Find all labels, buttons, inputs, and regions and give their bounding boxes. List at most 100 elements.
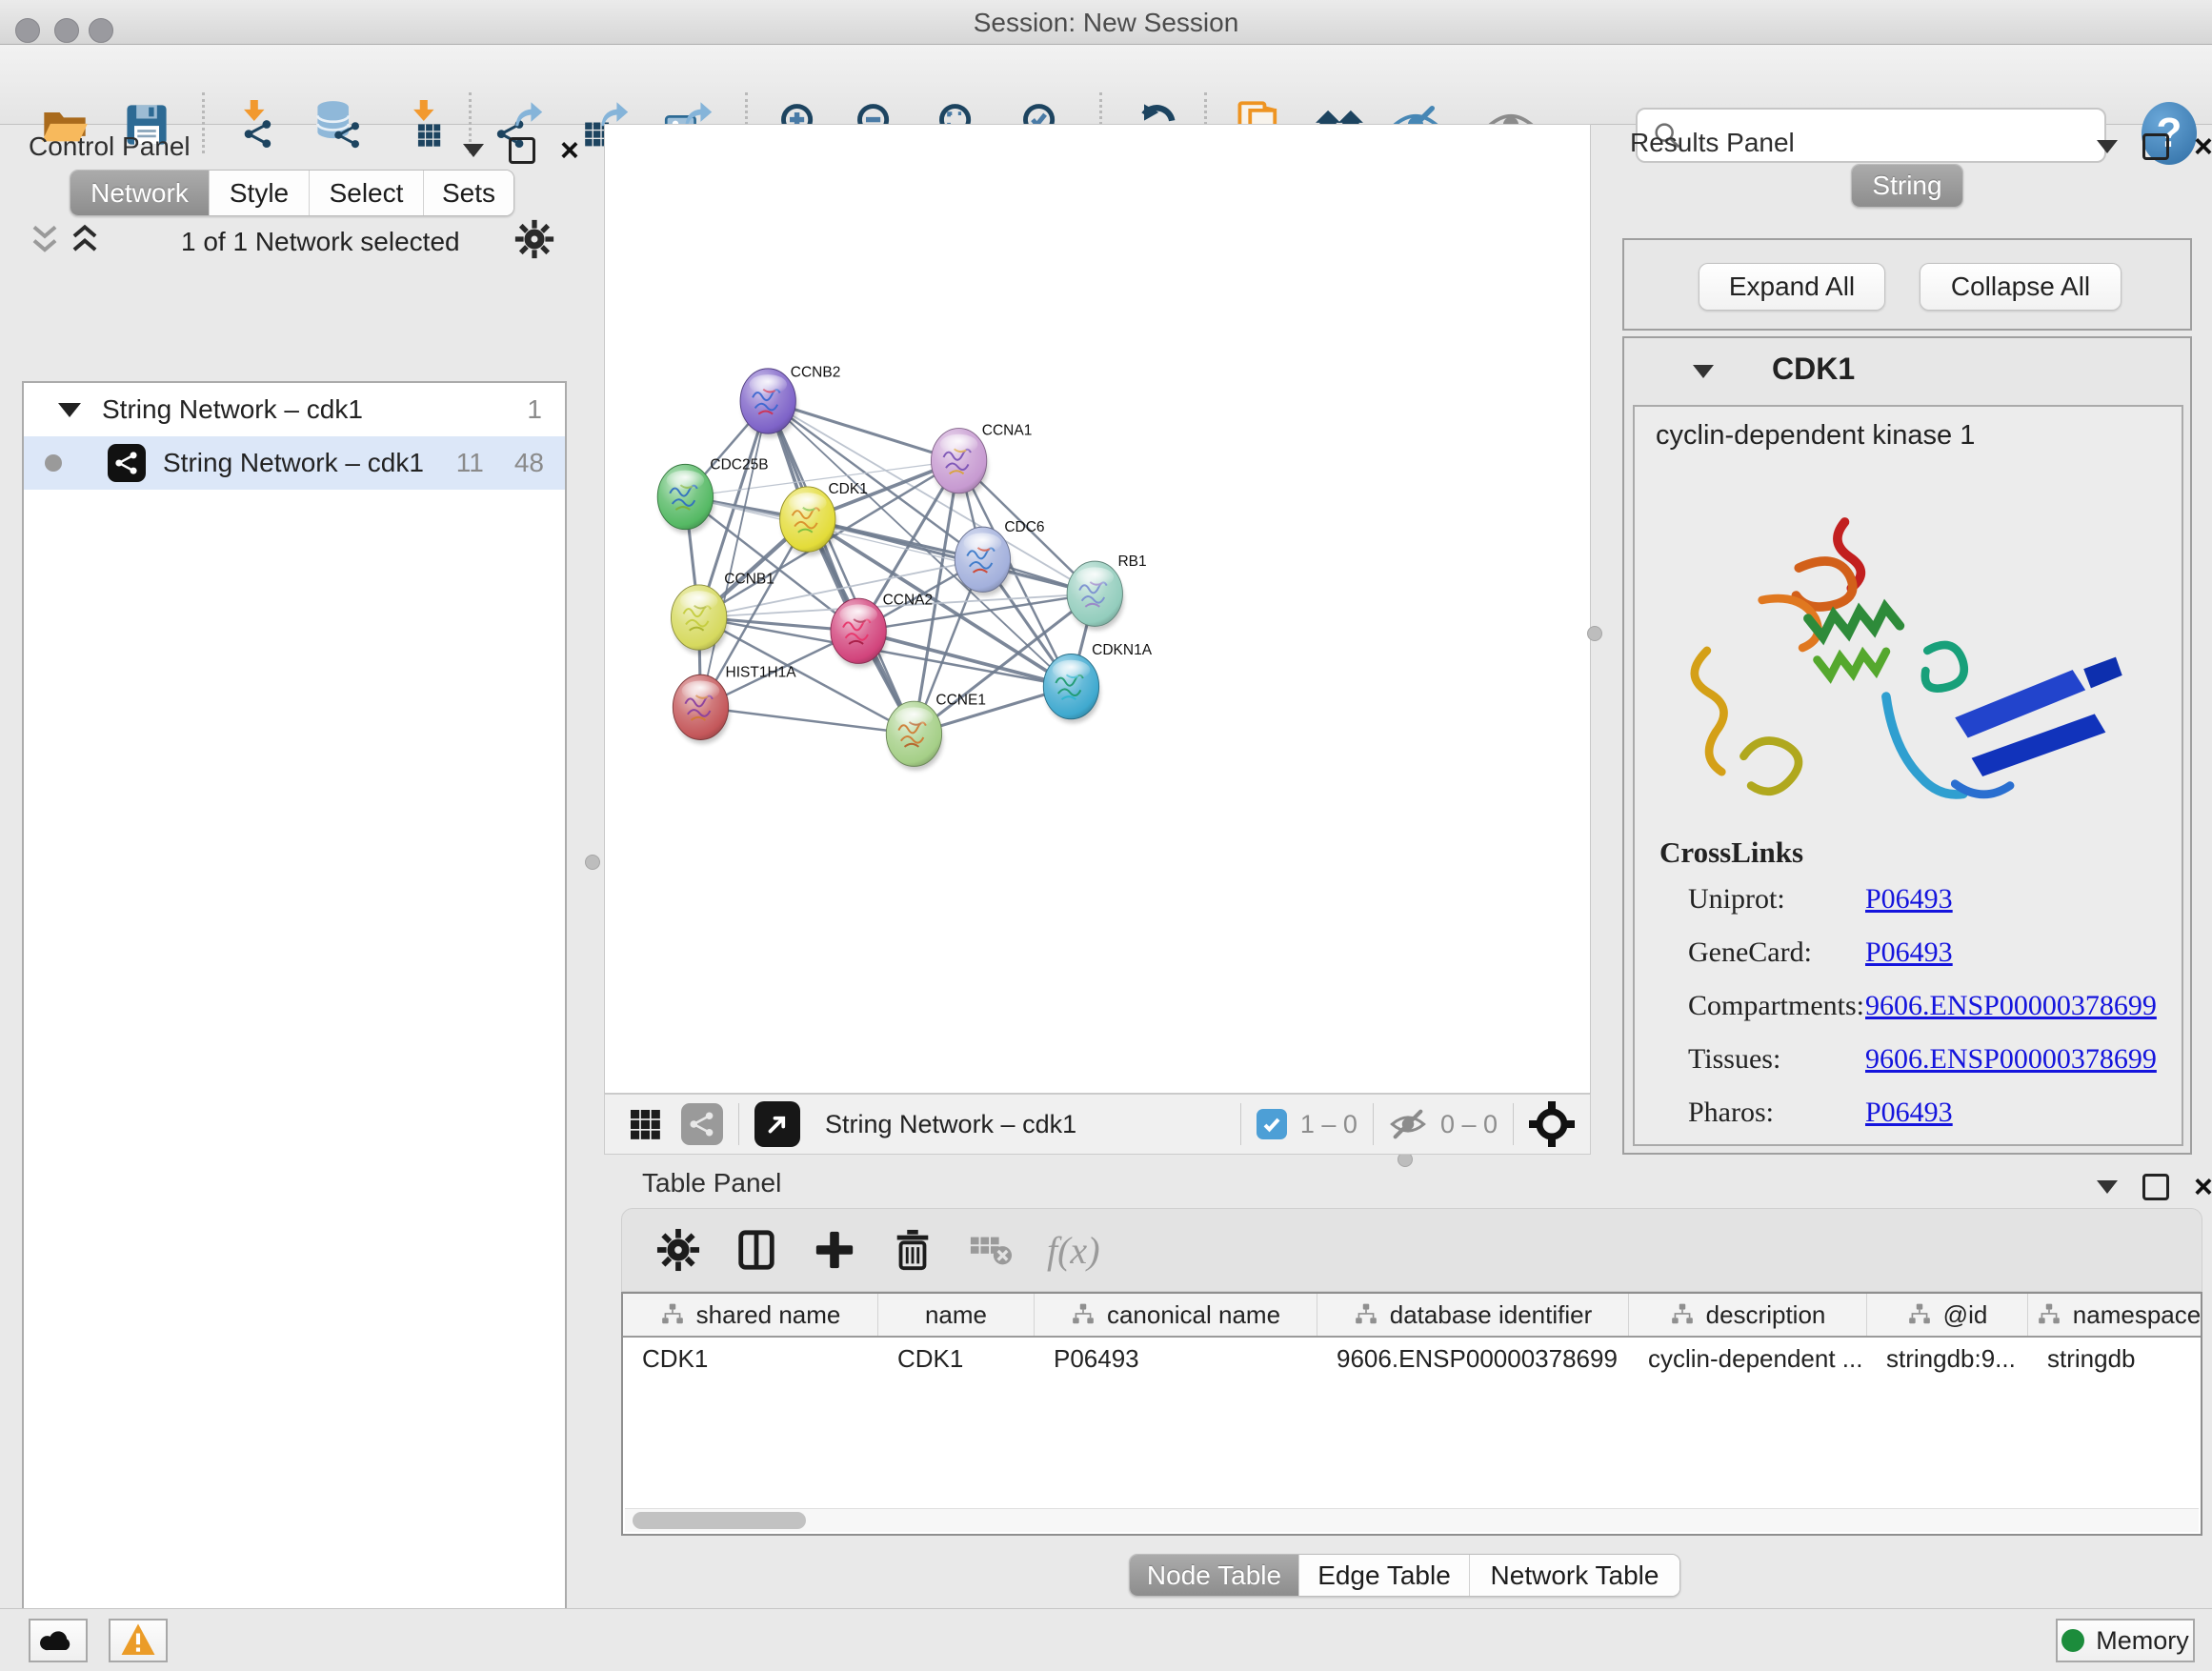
- close-panel-icon[interactable]: ×: [2194, 136, 2212, 157]
- node-label-ccna2: CCNA2: [883, 592, 934, 608]
- cell-canonical-name[interactable]: P06493: [1035, 1344, 1317, 1374]
- column-header[interactable]: name: [878, 1294, 1035, 1336]
- control-panel-title: Control Panel: [29, 131, 191, 162]
- float-panel-icon[interactable]: [2097, 140, 2118, 153]
- results-buttons-box: Expand All Collapse All: [1622, 238, 2192, 331]
- column-header[interactable]: @id: [1867, 1294, 2028, 1336]
- collection-expand-triangle-icon[interactable]: [58, 403, 81, 417]
- float-panel-icon[interactable]: [463, 144, 484, 157]
- node-ccnb1[interactable]: CCNB1: [671, 572, 774, 654]
- crosslink-uniprot-link[interactable]: P06493: [1865, 883, 1953, 916]
- tab-network-table[interactable]: Network Table: [1470, 1555, 1679, 1596]
- collapse-all-button[interactable]: Collapse All: [1920, 263, 2122, 311]
- node-rb1[interactable]: RB1: [1067, 554, 1147, 631]
- table-options-gear-icon[interactable]: [657, 1229, 699, 1271]
- column-header[interactable]: description: [1629, 1294, 1867, 1336]
- node-label-rb1: RB1: [1117, 554, 1146, 570]
- cell-name[interactable]: CDK1: [878, 1344, 1035, 1374]
- birdseye-toggle-icon[interactable]: [1529, 1101, 1575, 1147]
- splitter-handle[interactable]: [585, 855, 600, 870]
- protein-structure-image: [1652, 473, 2166, 874]
- edge-cdk1-rb1[interactable]: [808, 519, 1095, 594]
- horizontal-scrollbar[interactable]: [625, 1508, 2199, 1532]
- control-panel: Control Panel × Network Style Select Set…: [0, 124, 584, 1601]
- selected-checkbox-icon[interactable]: [1257, 1109, 1287, 1139]
- node-cdc6[interactable]: CDC6: [955, 519, 1044, 596]
- function-builder-icon: f(x): [1047, 1228, 1100, 1273]
- collection-label: String Network – cdk1: [102, 394, 363, 425]
- column-header[interactable]: shared name: [623, 1294, 878, 1336]
- window-title: Session: New Session: [0, 8, 2212, 38]
- node-ccna2[interactable]: CCNA2: [831, 592, 933, 667]
- network-label: String Network – cdk1: [163, 448, 424, 478]
- cloud-status-button[interactable]: [29, 1619, 88, 1662]
- application-window: Session: New Session: [0, 0, 2212, 1671]
- cell-description[interactable]: cyclin-dependent ...: [1629, 1344, 1867, 1374]
- birdseye-share-icon[interactable]: [681, 1103, 723, 1145]
- network-view[interactable]: CCNB2 CCNA1 CDC25B CDK1 CDC6 RB1 CCNB1 CCNA2 CDK…: [604, 124, 1591, 1094]
- table-panel-title: Table Panel: [642, 1168, 781, 1198]
- divider: [1240, 1103, 1241, 1145]
- cell-id[interactable]: stringdb:9...: [1867, 1344, 2028, 1374]
- memory-button[interactable]: Memory: [2056, 1619, 2195, 1662]
- tab-style[interactable]: Style: [210, 171, 310, 215]
- network-options-gear-icon[interactable]: [515, 220, 553, 258]
- table-row[interactable]: CDK1 CDK1 P06493 9606.ENSP00000378699 cy…: [623, 1338, 2201, 1379]
- node-cdc25b[interactable]: CDC25B: [657, 456, 768, 534]
- status-bar: Memory: [0, 1608, 2212, 1671]
- node-label-cdkn1a: CDKN1A: [1092, 642, 1153, 658]
- show-columns-icon[interactable]: [741, 1233, 773, 1267]
- node-ccna1[interactable]: CCNA1: [931, 422, 1032, 497]
- crosslink-pharos-link[interactable]: P06493: [1865, 1097, 1953, 1129]
- collapse-all-networks-icon[interactable]: [34, 227, 55, 250]
- crosslink-compartments-link[interactable]: 9606.ENSP00000378699: [1865, 990, 2157, 1022]
- network-row[interactable]: String Network – cdk1 11 48: [24, 436, 565, 490]
- column-header[interactable]: database identifier: [1317, 1294, 1629, 1336]
- splitter-handle[interactable]: [1587, 626, 1602, 641]
- maximize-panel-icon[interactable]: [509, 137, 535, 164]
- node-label-ccne1: CCNE1: [935, 692, 986, 708]
- hidden-count: 0 – 0: [1440, 1110, 1498, 1139]
- section-collapse-triangle-icon[interactable]: [1693, 365, 1714, 378]
- edge-ccnb2-ccne1[interactable]: [768, 401, 914, 734]
- crosslink-row: GeneCard:: [1688, 936, 1812, 969]
- crosslink-genecard-link[interactable]: P06493: [1865, 936, 1953, 969]
- tab-sets[interactable]: Sets: [424, 171, 513, 215]
- add-column-icon[interactable]: [816, 1232, 853, 1268]
- cell-database-identifier[interactable]: 9606.ENSP00000378699: [1317, 1344, 1629, 1374]
- node-label-cdc6: CDC6: [1004, 519, 1044, 535]
- node-label-cdc25b: CDC25B: [710, 456, 768, 473]
- crosslink-tissues-link[interactable]: 9606.ENSP00000378699: [1865, 1043, 2157, 1076]
- node-cdk1[interactable]: CDK1: [780, 481, 868, 556]
- expand-all-networks-icon[interactable]: [74, 227, 95, 250]
- node-hist1h1a[interactable]: HIST1H1A: [673, 665, 796, 744]
- tab-node-table[interactable]: Node Table: [1130, 1555, 1299, 1596]
- maximize-panel-icon[interactable]: [2142, 133, 2169, 160]
- cell-namespace[interactable]: stringdb: [2028, 1344, 2202, 1374]
- close-panel-icon[interactable]: ×: [2194, 1177, 2212, 1198]
- tab-string[interactable]: String: [1852, 165, 1962, 207]
- node-cdkn1a[interactable]: CDKN1A: [1043, 642, 1152, 723]
- node-ccnb2[interactable]: CCNB2: [740, 365, 840, 438]
- float-panel-icon[interactable]: [2097, 1180, 2118, 1194]
- tab-network[interactable]: Network: [70, 171, 210, 215]
- tab-select[interactable]: Select: [310, 171, 424, 215]
- warnings-button[interactable]: [109, 1619, 168, 1662]
- delete-column-icon[interactable]: [897, 1230, 929, 1268]
- tab-edge-table[interactable]: Edge Table: [1299, 1555, 1470, 1596]
- column-header[interactable]: namespace: [2028, 1294, 2202, 1336]
- expand-all-button[interactable]: Expand All: [1699, 263, 1885, 311]
- cell-shared-name[interactable]: CDK1: [623, 1344, 878, 1374]
- edge-hist1h1a-ccne1[interactable]: [700, 707, 914, 734]
- open-in-window-icon[interactable]: [754, 1101, 800, 1147]
- network-list: String Network – cdk1 1 String Network –…: [22, 381, 567, 1671]
- maximize-panel-icon[interactable]: [2142, 1174, 2169, 1200]
- column-header[interactable]: canonical name: [1035, 1294, 1317, 1336]
- gene-detail-box: cyclin-dependent kinase 1: [1633, 405, 2183, 1146]
- grid-view-icon[interactable]: [626, 1105, 664, 1143]
- scrollbar-thumb[interactable]: [633, 1512, 806, 1529]
- memory-label: Memory: [2096, 1626, 2189, 1656]
- network-collection-row[interactable]: String Network – cdk1 1: [24, 383, 565, 436]
- title-bar: Session: New Session: [0, 0, 2212, 45]
- close-panel-icon[interactable]: ×: [560, 140, 579, 161]
